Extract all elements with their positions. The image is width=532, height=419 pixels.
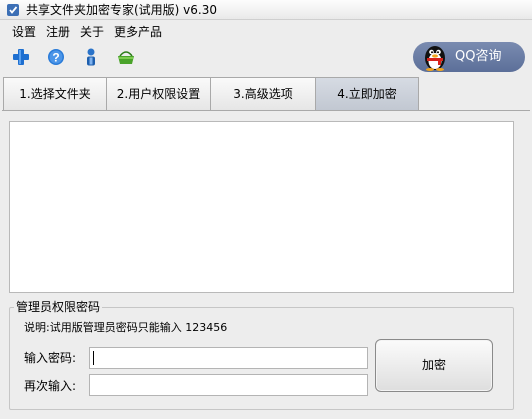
title-bar: 共享文件夹加密专家(试用版) v6.30 (0, 0, 532, 20)
basket-icon[interactable] (116, 47, 136, 67)
plus-icon[interactable] (11, 47, 31, 67)
step-tabs: 1.选择文件夹 2.用户权限设置 3.高级选项 4.立即加密 (2, 77, 530, 110)
qq-consult-label: QQ咨询 (455, 49, 502, 64)
menu-bar: 设置 注册 关于 更多产品 (0, 22, 400, 42)
tab-user-permissions[interactable]: 2.用户权限设置 (106, 77, 211, 110)
shield-app-icon (7, 4, 19, 16)
svg-text:?: ? (52, 51, 59, 65)
tab-advanced-options[interactable]: 3.高级选项 (210, 77, 316, 110)
qq-penguin-icon (425, 46, 445, 71)
password-label: 输入密码: (24, 351, 77, 365)
menu-more-products[interactable]: 更多产品 (114, 24, 162, 40)
encrypt-button[interactable]: 加密 (375, 339, 493, 392)
tab-divider (2, 110, 530, 111)
window-title: 共享文件夹加密专家(试用版) v6.30 (26, 3, 217, 17)
admin-password-legend: 管理员权限密码 (14, 300, 103, 314)
menu-register[interactable]: 注册 (46, 24, 70, 40)
password-input[interactable] (89, 347, 368, 369)
tab-encrypt-now[interactable]: 4.立即加密 (315, 77, 419, 110)
menu-about[interactable]: 关于 (80, 24, 104, 40)
user-icon[interactable] (81, 47, 101, 67)
menu-settings[interactable]: 设置 (12, 24, 36, 40)
trial-password-note: 说明:试用版管理员密码只能输入 123456 (24, 321, 228, 334)
help-icon[interactable]: ? (46, 47, 66, 67)
tab-select-folder[interactable]: 1.选择文件夹 (3, 77, 107, 110)
confirm-password-label: 再次输入: (24, 379, 77, 393)
confirm-password-input[interactable] (89, 374, 368, 396)
text-caret (93, 351, 94, 365)
folder-list-area[interactable] (9, 121, 514, 293)
qq-consult-button[interactable]: QQ咨询 (413, 42, 525, 72)
